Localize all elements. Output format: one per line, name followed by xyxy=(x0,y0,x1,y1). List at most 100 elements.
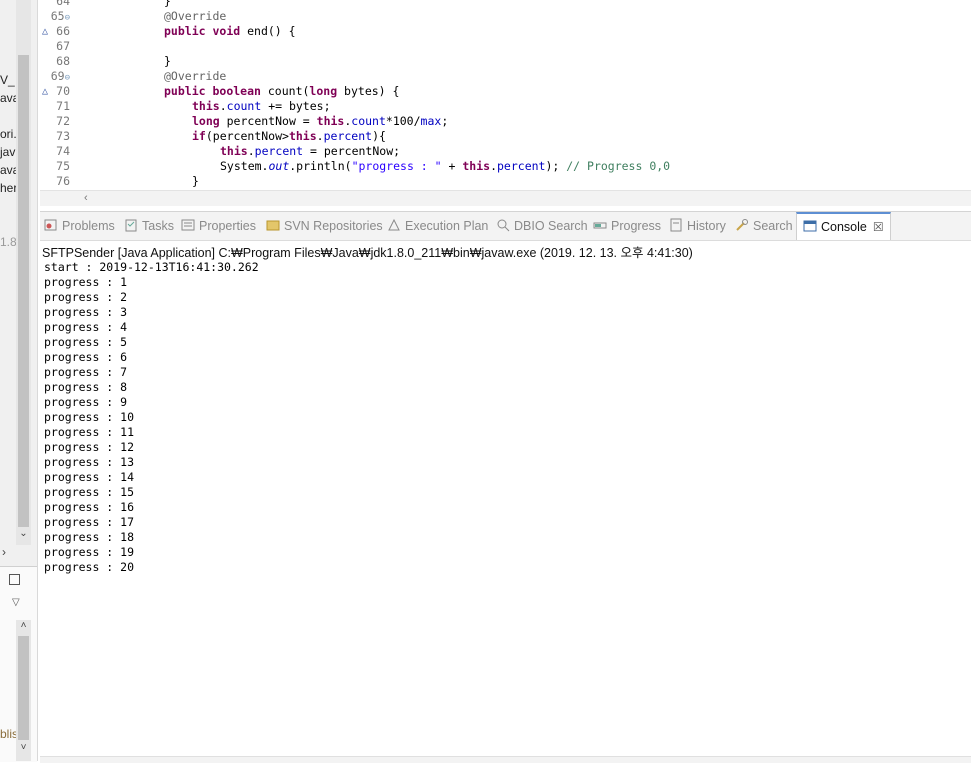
tab-dbio-search[interactable]: DBIO Search xyxy=(496,212,588,240)
chevron-right-icon[interactable]: › xyxy=(2,545,6,559)
code-text: System.out.println("progress : " + this.… xyxy=(220,159,670,174)
console-output-line: progress : 5 xyxy=(44,335,128,349)
code-line[interactable]: 69⊖ @Override xyxy=(40,69,971,84)
code-line[interactable]: 67 xyxy=(40,39,971,54)
left-vertical-scrollbar[interactable]: ⌄ xyxy=(16,0,31,545)
code-token: *100/ xyxy=(385,114,421,128)
fold-collapse-icon[interactable]: ⊖ xyxy=(65,73,70,83)
code-token: ); xyxy=(545,159,567,173)
tab-properties[interactable]: Properties xyxy=(181,212,256,240)
tab-label: Search xyxy=(753,219,793,233)
history-icon xyxy=(669,212,687,240)
fold-collapse-icon[interactable]: ⊖ xyxy=(65,13,70,23)
tab-history[interactable]: History xyxy=(669,212,726,240)
code-token: this xyxy=(192,99,220,113)
left-clipped-label[interactable]: ava xyxy=(0,91,16,105)
code-token: } xyxy=(164,54,171,68)
left-clipped-label[interactable]: ori. xyxy=(0,127,16,141)
code-text: } xyxy=(192,174,199,189)
tab-execution-plan[interactable]: Execution Plan xyxy=(387,212,488,240)
code-text: } xyxy=(164,54,171,69)
code-token: boolean xyxy=(212,84,261,98)
console-icon xyxy=(803,214,821,240)
code-line[interactable]: 73 if(percentNow>this.percent){ xyxy=(40,129,971,144)
code-token: if xyxy=(192,129,206,143)
code-line[interactable]: 74 this.percent = percentNow; xyxy=(40,144,971,159)
code-line[interactable]: △ 66 public void end() { xyxy=(40,24,971,39)
left-clipped-label[interactable]: jav xyxy=(0,145,16,159)
console-output-line: progress : 11 xyxy=(44,425,135,439)
code-line[interactable]: 75 System.out.println("progress : " + thi… xyxy=(40,159,971,174)
left-clipped-label[interactable]: ava xyxy=(0,163,16,177)
code-token: end() { xyxy=(240,24,296,38)
line-number: 64 xyxy=(56,0,70,8)
chevron-left-icon[interactable]: ‹ xyxy=(84,191,88,206)
tab-search[interactable]: Search xyxy=(735,212,793,240)
line-number: 76 xyxy=(56,174,70,188)
close-icon[interactable]: ☒ xyxy=(873,220,884,234)
code-line[interactable]: 71 this.count += bytes; xyxy=(40,99,971,114)
chevron-down-icon[interactable]: ⌄ xyxy=(18,528,29,539)
line-number: 75 xyxy=(56,159,70,173)
code-token: public xyxy=(164,84,206,98)
execution-plan-icon xyxy=(387,212,405,240)
tab-label: DBIO Search xyxy=(514,219,588,233)
chevron-up-icon[interactable]: ˄ xyxy=(18,620,29,631)
tab-svn-repositories[interactable]: SVN Repositories xyxy=(266,212,383,240)
tab-label: History xyxy=(687,219,726,233)
code-token: += bytes; xyxy=(261,99,331,113)
scrollbar-thumb[interactable] xyxy=(18,636,29,740)
console-horizontal-scrollbar[interactable] xyxy=(40,756,971,763)
console-output-line: progress : 15 xyxy=(44,485,135,499)
console-output-line: progress : 6 xyxy=(44,350,128,364)
code-token: count( xyxy=(260,84,310,98)
code-text: @Override xyxy=(164,69,226,84)
code-token: bytes) { xyxy=(337,84,400,98)
line-number: 73 xyxy=(56,129,70,143)
code-token: . xyxy=(490,159,497,173)
console-output-line: progress : 12 xyxy=(44,440,135,454)
code-token: count xyxy=(226,99,262,113)
code-line[interactable]: 64} xyxy=(40,0,971,9)
scrollbar-thumb[interactable] xyxy=(18,55,29,527)
code-token: percentNow = xyxy=(219,114,317,128)
chevron-down-icon[interactable]: ˅ xyxy=(18,742,29,753)
editor-lines: 64} 65⊖ @Override △ 66 public void end() {67 6… xyxy=(40,0,971,189)
line-number: 68 xyxy=(56,54,70,68)
editor-horizontal-scrollbar[interactable]: ‹ xyxy=(40,190,971,206)
console-output[interactable]: start : 2019-12-13T16:41:30.262 progress … xyxy=(44,260,259,575)
properties-icon xyxy=(181,212,199,240)
tab-problems[interactable]: Problems xyxy=(44,212,115,240)
java-code-editor[interactable]: 64} 65⊖ @Override △ 66 public void end() {67 6… xyxy=(40,0,971,205)
tab-tasks[interactable]: Tasks xyxy=(124,212,174,240)
code-line[interactable]: △ 70 public boolean count(long bytes) { xyxy=(40,84,971,99)
left-clipped-label[interactable]: V_ xyxy=(0,73,16,87)
tab-label: Execution Plan xyxy=(405,219,489,233)
console-output-line: progress : 14 xyxy=(44,470,135,484)
code-token: "progress : " xyxy=(351,159,442,173)
line-number: 74 xyxy=(56,144,70,158)
left-clipped-label[interactable]: blis xyxy=(0,727,16,741)
code-line[interactable]: 68} xyxy=(40,54,971,69)
code-token: percent xyxy=(323,129,373,143)
code-line[interactable]: 72 long percentNow = this.count*100/max; xyxy=(40,114,971,129)
line-number: 71 xyxy=(56,99,70,113)
code-line[interactable]: 76} xyxy=(40,174,971,189)
left-package-explorer-strip: V_ ava ori. jav ava her 1.8. ⌄ › ▽ blis … xyxy=(0,0,38,762)
tab-progress[interactable]: Progress xyxy=(593,212,661,240)
left-clipped-label[interactable]: her xyxy=(0,181,16,195)
code-token: long xyxy=(309,84,338,98)
progress-icon xyxy=(593,212,611,240)
left-clipped-label[interactable]: 1.8. xyxy=(0,235,16,249)
code-token: .println( xyxy=(289,159,352,173)
tab-label: Progress xyxy=(611,219,662,233)
code-line[interactable]: 65⊖ @Override xyxy=(40,9,971,24)
code-text: if(percentNow>this.percent){ xyxy=(192,129,386,144)
line-number: 67 xyxy=(56,39,70,53)
left-lower-scrollbar[interactable]: ˄ ˅ xyxy=(16,620,31,761)
minimize-icon[interactable] xyxy=(9,574,20,585)
view-menu-icon[interactable]: ▽ xyxy=(12,597,20,608)
tab-console[interactable]: Console ☒ xyxy=(796,212,891,240)
code-token: } xyxy=(164,0,171,8)
console-output-line: progress : 7 xyxy=(44,365,128,379)
